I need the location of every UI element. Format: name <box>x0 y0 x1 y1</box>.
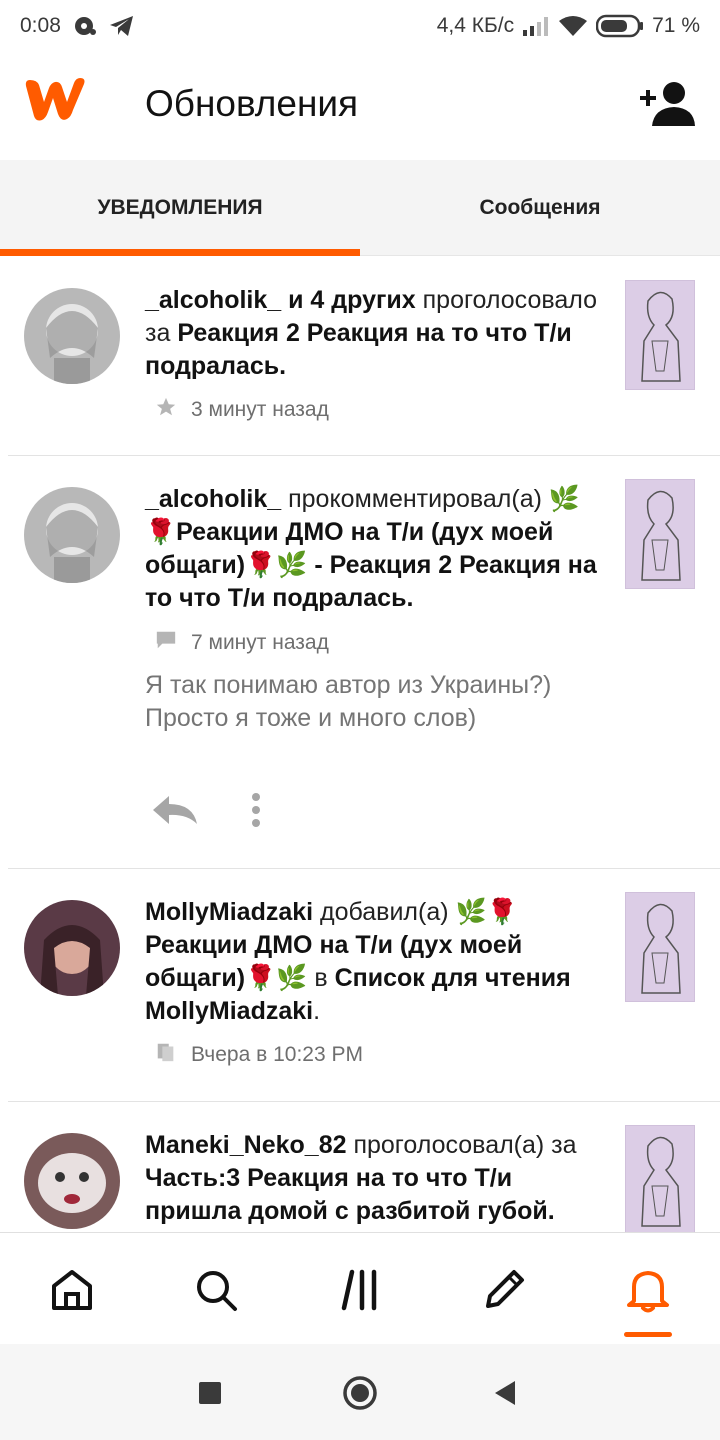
search-icon[interactable] <box>191 1265 241 1315</box>
notification-item[interactable]: _alcoholik_ и 4 других проголосовало за … <box>8 257 720 456</box>
notification-text: _alcoholik_ прокомментировал(а) 🌿🌹Реакци… <box>145 485 597 612</box>
sync-icon <box>73 15 97 37</box>
avatar[interactable] <box>24 900 120 996</box>
home-icon[interactable] <box>47 1265 97 1315</box>
library-icon[interactable] <box>335 1265 385 1315</box>
comment-icon <box>155 629 177 657</box>
story-cover[interactable] <box>625 479 695 589</box>
add-person-icon[interactable] <box>638 80 696 133</box>
timestamp: Вчера в 10:23 PM <box>191 1043 363 1066</box>
notifications-icon[interactable] <box>623 1265 673 1315</box>
home-button[interactable] <box>342 1375 378 1411</box>
notification-meta: 3 минут назад <box>155 396 329 424</box>
battery-icon <box>596 14 644 38</box>
timestamp: 3 минут назад <box>191 398 329 421</box>
username[interactable]: MollyMiadzaki <box>145 898 313 926</box>
story-cover[interactable] <box>625 280 695 390</box>
notification-text: Maneki_Neko_82 проголосовал(а) за Часть:… <box>145 1131 577 1225</box>
wattpad-logo[interactable] <box>22 74 88 129</box>
comment-actions <box>151 792 263 833</box>
status-bar: 0:08 4,4 КБ/с 71 % <box>0 0 720 52</box>
notification-item[interactable]: Maneki_Neko_82 проголосовал(а) за Часть:… <box>8 1102 720 1232</box>
story-link[interactable]: Реакция 2 Реакция на то что Т/и подралас… <box>145 319 572 380</box>
telegram-icon <box>109 15 135 37</box>
tab-bar: УВЕДОМЛЕНИЯ Сообщения <box>0 160 720 256</box>
back-button[interactable] <box>493 1380 517 1406</box>
tab-notifications[interactable]: УВЕДОМЛЕНИЯ <box>0 160 360 256</box>
recents-button[interactable] <box>198 1381 222 1405</box>
notification-meta: 7 минут назад <box>155 629 329 657</box>
story-cover[interactable] <box>625 1125 695 1232</box>
signal-icon <box>522 16 550 36</box>
more-vertical-icon[interactable] <box>249 792 263 833</box>
system-navigation <box>0 1344 720 1440</box>
app-header: Обновления <box>0 52 720 160</box>
write-icon[interactable] <box>479 1265 529 1315</box>
star-icon <box>155 396 177 424</box>
story-cover[interactable] <box>625 892 695 1002</box>
notification-meta: Вчера в 10:23 PM <box>155 1041 363 1069</box>
wifi-icon <box>558 15 588 37</box>
notification-text: MollyMiadzaki добавил(а) 🌿🌹Реакции ДМО н… <box>145 898 571 1025</box>
active-tab-indicator <box>624 1332 672 1337</box>
notification-text: _alcoholik_ и 4 других проголосовало за … <box>145 286 598 380</box>
username[interactable]: Maneki_Neko_82 <box>145 1131 347 1159</box>
bottom-navigation <box>0 1232 720 1344</box>
page-title: Обновления <box>145 83 359 124</box>
username[interactable]: _alcoholik_ <box>145 286 281 314</box>
timestamp: 7 минут назад <box>191 631 329 654</box>
status-time: 0:08 <box>20 14 61 37</box>
avatar[interactable] <box>24 1133 120 1229</box>
network-speed: 4,4 КБ/с <box>436 14 515 37</box>
battery-percent: 71 % <box>652 14 700 37</box>
notification-item[interactable]: _alcoholik_ прокомментировал(а) 🌿🌹Реакци… <box>8 456 720 869</box>
username[interactable]: _alcoholik_ <box>145 485 281 513</box>
notification-feed[interactable]: _alcoholik_ и 4 других проголосовало за … <box>0 257 720 1232</box>
reply-icon[interactable] <box>151 794 199 831</box>
tab-messages[interactable]: Сообщения <box>360 160 720 256</box>
story-link[interactable]: Часть:3 Реакция на то что Т/и пришла дом… <box>145 1164 555 1225</box>
notification-item[interactable]: MollyMiadzaki добавил(а) 🌿🌹Реакции ДМО н… <box>8 869 720 1102</box>
library-icon <box>155 1041 177 1069</box>
avatar[interactable] <box>24 487 120 583</box>
comment-text: Я так понимаю автор из Украины?) Просто … <box>145 671 552 732</box>
avatar[interactable] <box>24 288 120 384</box>
